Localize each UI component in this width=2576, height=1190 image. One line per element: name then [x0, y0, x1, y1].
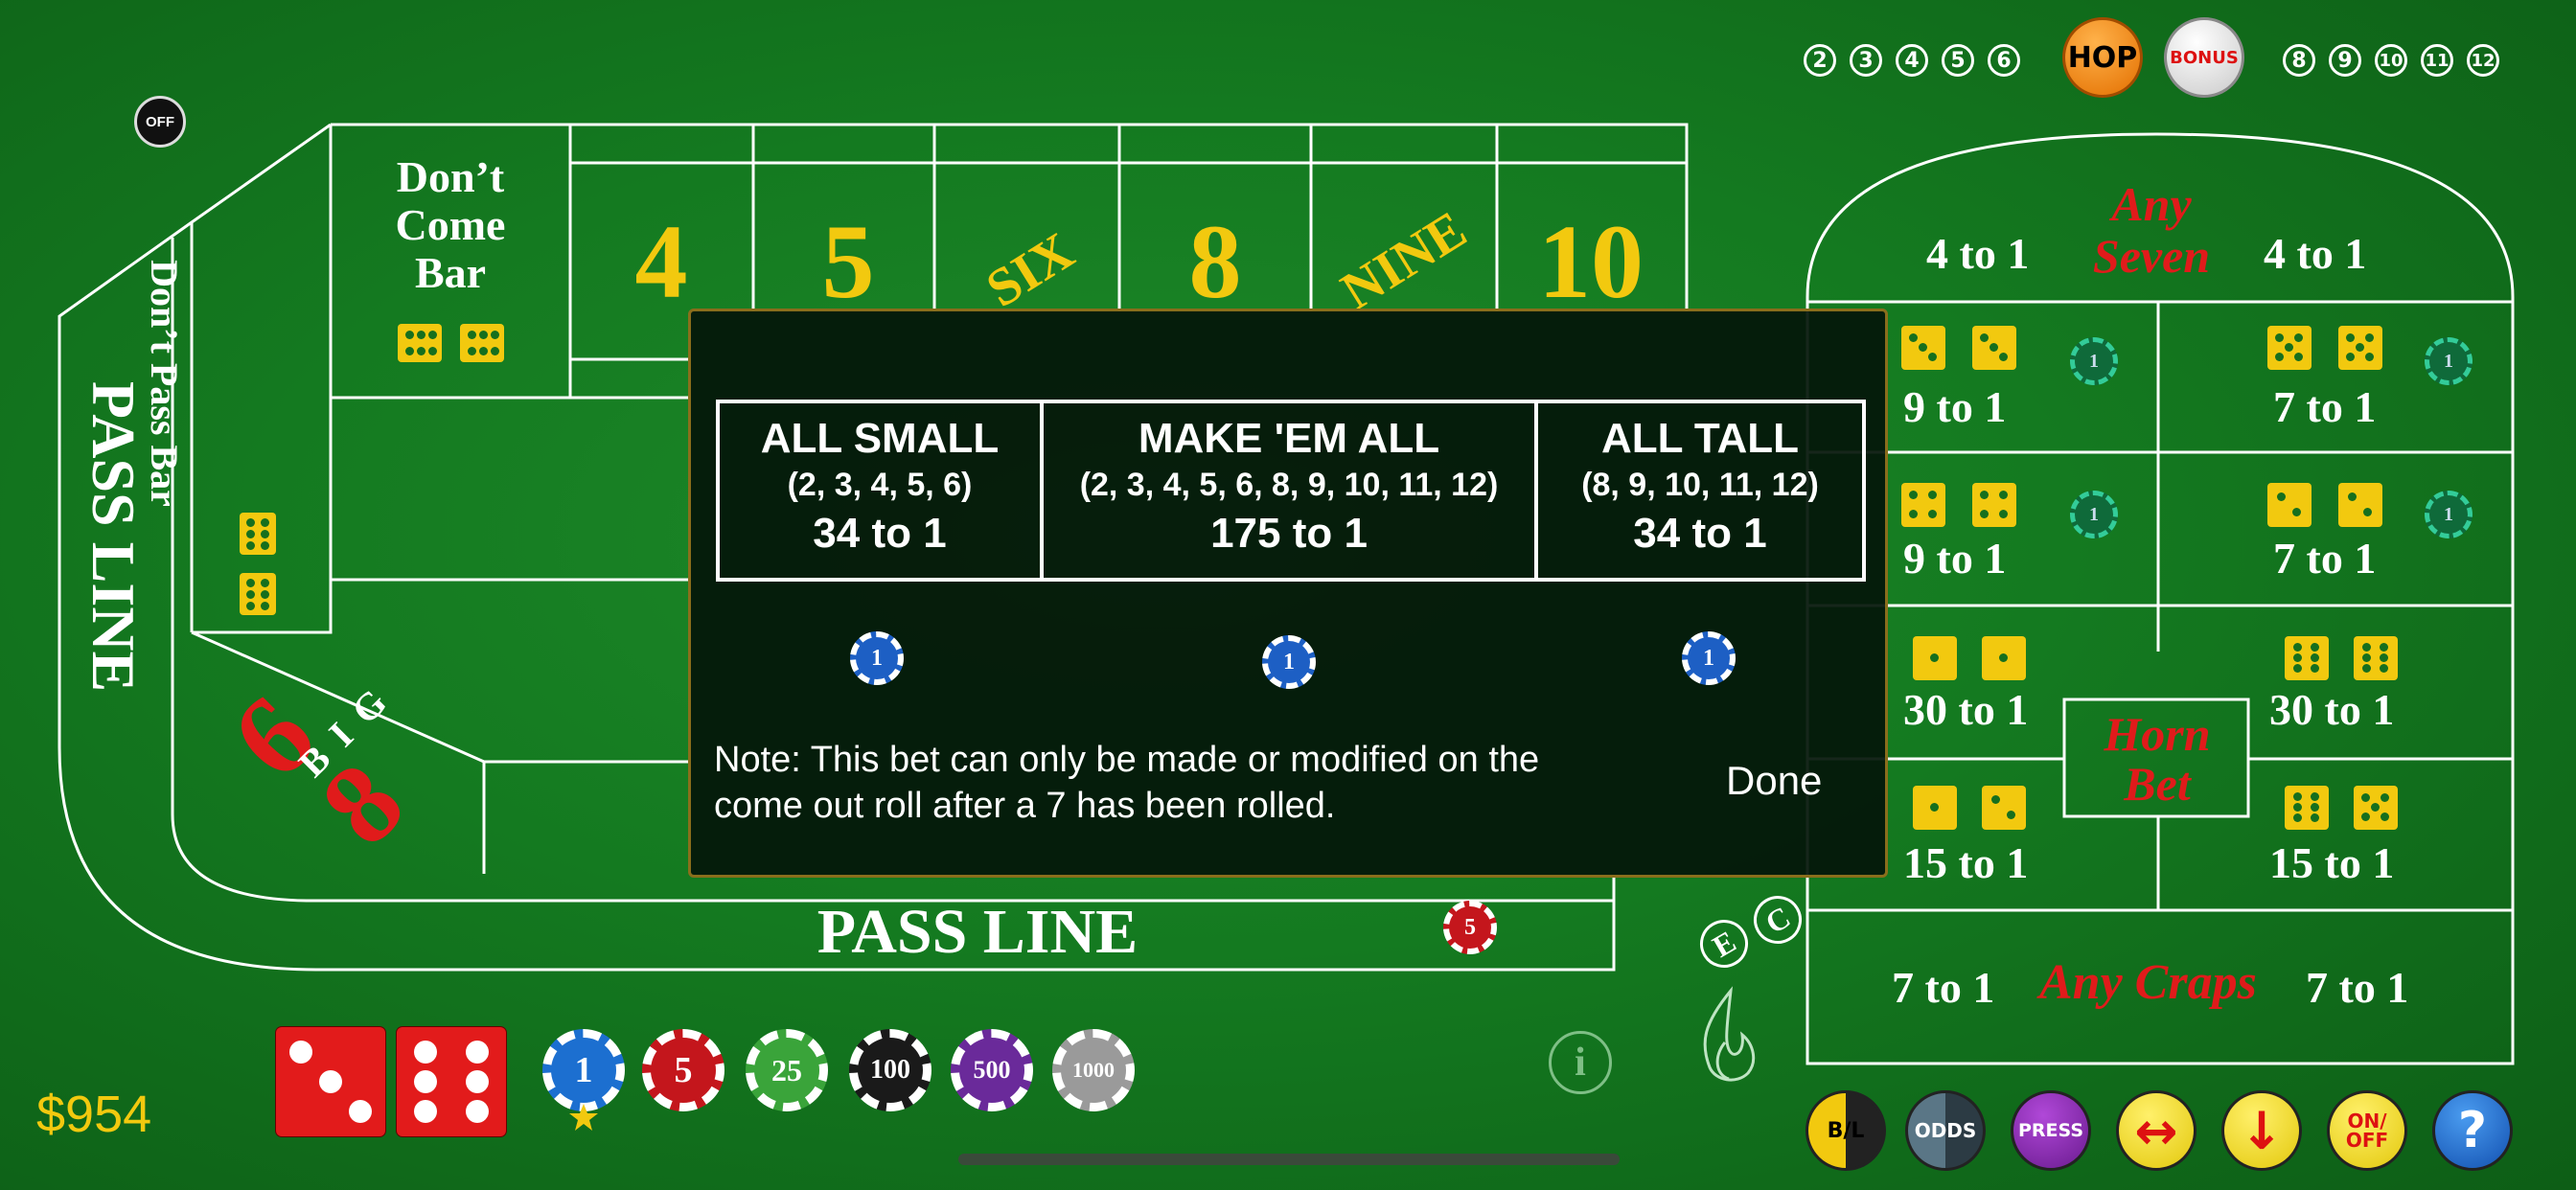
help-button[interactable]: ?	[2432, 1090, 2513, 1171]
flame-icon[interactable]	[1694, 985, 1761, 1090]
small-number-6[interactable]: 6	[1988, 44, 2020, 77]
chip-100[interactable]: 100	[849, 1029, 932, 1111]
any-seven-odds-left: 4 to 1	[1926, 229, 2030, 278]
any-craps-odds-left: 7 to 1	[1892, 963, 1995, 1012]
small-number-2[interactable]: 2	[1804, 44, 1836, 77]
aces-odds[interactable]: 30 to 1	[1903, 684, 2028, 735]
on-off-button[interactable]: ON/ OFF	[2327, 1090, 2407, 1171]
done-button[interactable]: Done	[1726, 758, 1822, 804]
home-indicator	[958, 1154, 1620, 1165]
hard-six-chip[interactable]: 1	[2070, 337, 2118, 385]
tall-number-8[interactable]: 8	[2283, 44, 2315, 77]
all-small-chip[interactable]: 1	[850, 631, 904, 685]
hard-ten-chip[interactable]: 1	[2425, 337, 2472, 385]
take-down-button[interactable]: ↓	[2221, 1090, 2302, 1171]
chip-1000[interactable]: 1000	[1052, 1029, 1135, 1111]
chip-500[interactable]: 500	[951, 1029, 1033, 1111]
rolled-die-3	[276, 1027, 385, 1136]
small-number-5[interactable]: 5	[1942, 44, 1974, 77]
hop-button[interactable]: HOP	[2062, 17, 2143, 98]
chip-25[interactable]: 25	[746, 1029, 828, 1111]
hard-ten-die-2	[2338, 326, 2382, 370]
tall-number-10[interactable]: 10	[2375, 44, 2407, 77]
place-number-10[interactable]: 10	[1524, 201, 1658, 323]
move-bet-button[interactable]: ↔	[2116, 1090, 2196, 1171]
small-number-4[interactable]: 4	[1896, 44, 1928, 77]
tall-number-9[interactable]: 9	[2329, 44, 2361, 77]
pass-line-chip[interactable]: 5	[1443, 901, 1497, 954]
eleven-die	[2285, 786, 2329, 830]
off-puck[interactable]: OFF	[134, 96, 186, 148]
hard-four-die-2	[2338, 483, 2382, 527]
aces-die	[1913, 636, 1957, 680]
all-small-bet[interactable]: ALL SMALL (2, 3, 4, 5, 6) 34 to 1	[716, 400, 1044, 582]
hard-six-die-2	[1972, 326, 2016, 370]
place-number-4[interactable]: 4	[613, 201, 709, 323]
place-number-5[interactable]: 5	[800, 201, 896, 323]
all-tall-chip[interactable]: 1	[1682, 631, 1736, 685]
horn-bet[interactable]: Horn Bet	[2068, 709, 2246, 809]
tall-number-12[interactable]: 12	[2467, 44, 2499, 77]
twelve-die-2	[2354, 636, 2398, 680]
hard-four-chip[interactable]: 1	[2425, 491, 2472, 538]
tall-number-11[interactable]: 11	[2421, 44, 2453, 77]
selected-chip-star-icon	[569, 1104, 598, 1131]
hard-eight-die-2	[1972, 483, 2016, 527]
info-button[interactable]: i	[1549, 1031, 1612, 1094]
dont-come-die-six	[398, 324, 442, 362]
place-number-8[interactable]: 8	[1167, 201, 1263, 323]
eleven-odds[interactable]: 15 to 1	[2269, 837, 2394, 888]
hard-eight-die	[1901, 483, 1945, 527]
pass-line[interactable]: PASS LINE	[805, 896, 1150, 969]
ace-deuce-die-2	[1982, 786, 2026, 830]
any-seven-odds-right: 4 to 1	[2264, 229, 2367, 278]
hard-ten-odds[interactable]: 7 to 1	[2273, 381, 2376, 432]
hard-four-die	[2267, 483, 2312, 527]
hard-eight-chip[interactable]: 1	[2070, 491, 2118, 538]
odds-button[interactable]: ODDS	[1905, 1090, 1986, 1171]
small-number-3[interactable]: 3	[1850, 44, 1882, 77]
dont-pass-die-six-2	[240, 573, 276, 615]
bankroll: $954	[36, 1086, 152, 1143]
dont-come-bar[interactable]: Don’t Come Bar	[355, 153, 546, 297]
twelve-odds[interactable]: 30 to 1	[2269, 684, 2394, 735]
fire-bets-note: Note: This bet can only be made or modif…	[714, 740, 1540, 826]
ace-deuce-die	[1913, 786, 1957, 830]
chip-5[interactable]: 5	[642, 1029, 724, 1111]
ace-deuce-odds[interactable]: 15 to 1	[1903, 837, 2028, 888]
hard-four-odds[interactable]: 7 to 1	[2273, 533, 2376, 584]
hard-eight-odds[interactable]: 9 to 1	[1903, 533, 2006, 584]
make-em-all-bet[interactable]: MAKE 'EM ALL (2, 3, 4, 5, 6, 8, 9, 10, 1…	[1040, 400, 1538, 582]
dont-pass-bar-vertical[interactable]: Don’t Pass Bar	[139, 230, 187, 537]
any-craps-odds-right: 7 to 1	[2306, 963, 2409, 1012]
all-tall-bet[interactable]: ALL TALL (8, 9, 10, 11, 12) 34 to 1	[1534, 400, 1866, 582]
rolled-die-6	[397, 1027, 506, 1136]
bonus-button[interactable]: BONUS	[2164, 17, 2244, 98]
fire-bets-dialog: ALL SMALL (2, 3, 4, 5, 6) 34 to 1 MAKE '…	[688, 309, 1888, 878]
make-em-all-chip[interactable]: 1	[1262, 635, 1316, 689]
hard-six-die	[1901, 326, 1945, 370]
craps-table-screen: { "bankroll": "$954", "off_puck": "OFF",…	[0, 0, 2576, 1190]
hard-six-odds[interactable]: 9 to 1	[1903, 381, 2006, 432]
dont-come-die-six-2	[460, 324, 504, 362]
any-craps[interactable]: Any Craps	[2039, 954, 2257, 1011]
any-seven[interactable]: Any Seven	[2080, 178, 2223, 282]
press-button[interactable]: PRESS	[2011, 1090, 2091, 1171]
twelve-die	[2285, 636, 2329, 680]
chip-1[interactable]: 1	[542, 1029, 625, 1111]
dont-pass-die-six	[240, 513, 276, 555]
buy-lay-button[interactable]: B/L	[1806, 1090, 1886, 1171]
aces-die-2	[1982, 636, 2026, 680]
hard-ten-die	[2267, 326, 2312, 370]
eleven-die-2	[2354, 786, 2398, 830]
